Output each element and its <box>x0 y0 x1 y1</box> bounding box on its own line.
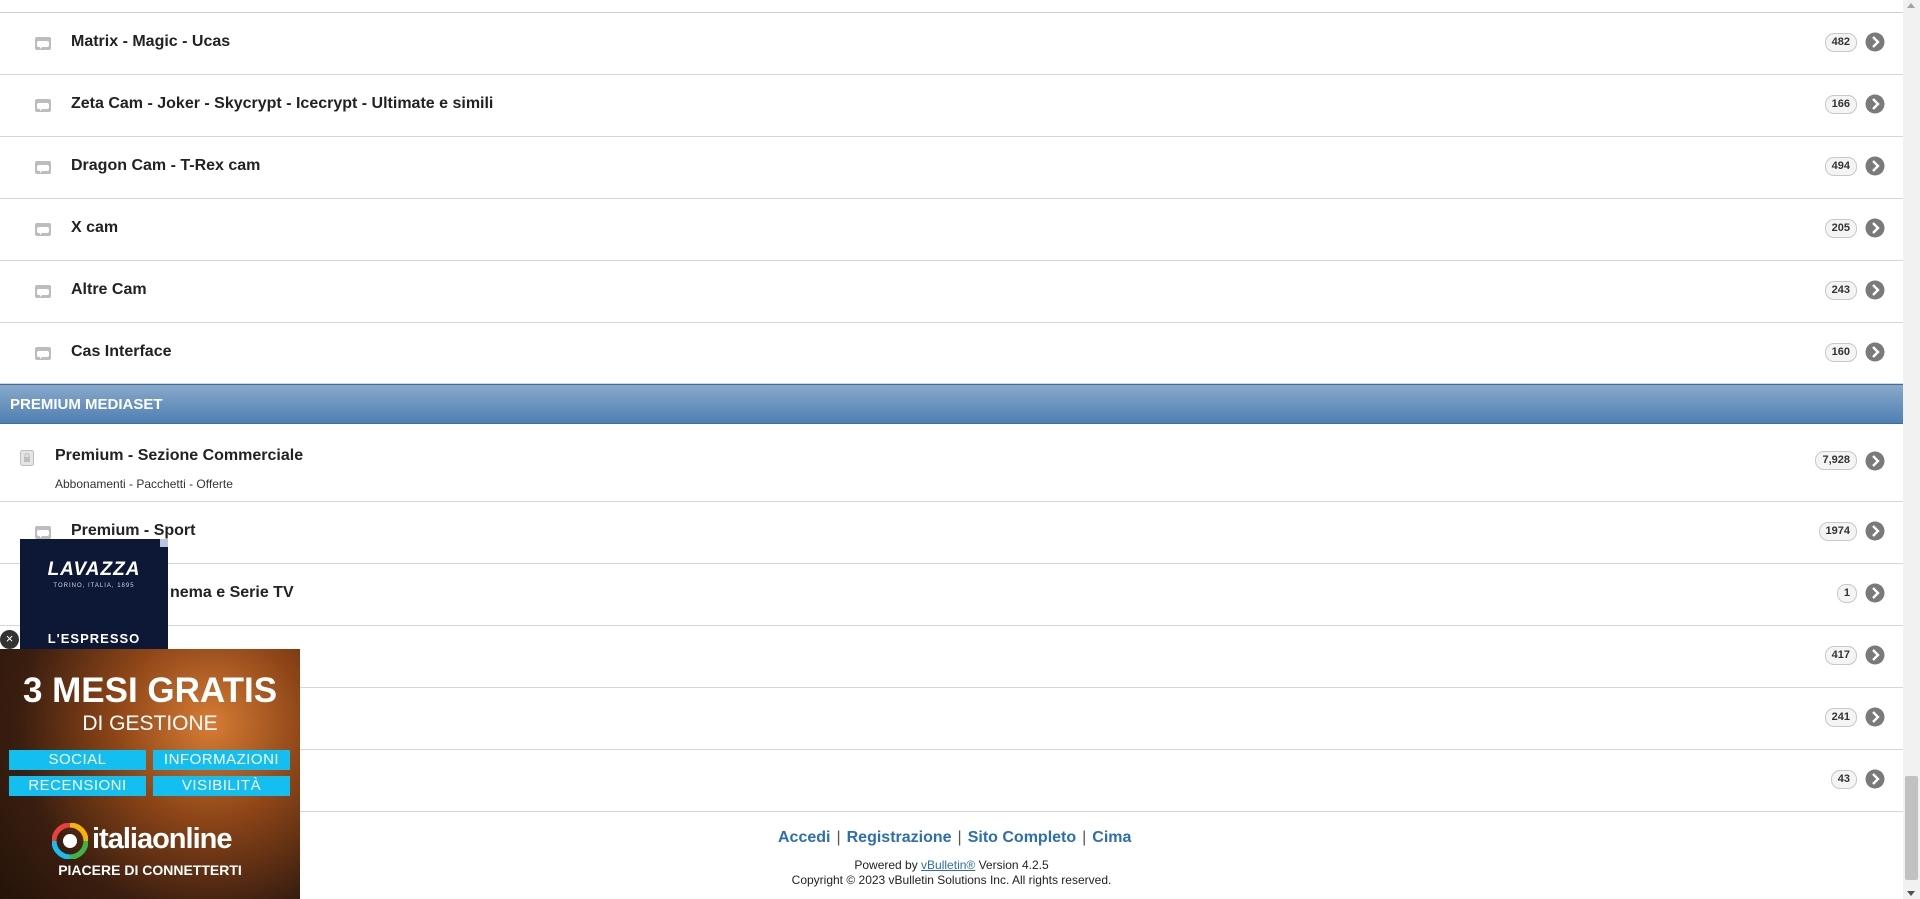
chevron-right-icon[interactable] <box>1865 583 1885 603</box>
forum-title[interactable]: Dragon Cam - T-Rex cam <box>71 157 260 175</box>
forum-title[interactable]: Premium - Sport <box>71 522 195 540</box>
forum-count-badge: 43 <box>1830 770 1857 789</box>
forum-title[interactable]: Cas Interface <box>71 343 172 361</box>
forum-row[interactable]: Premium - Sport 1974 <box>0 502 1903 564</box>
ad-headline: 3 MESI GRATIS <box>22 671 278 710</box>
forum-title[interactable]: Zeta Cam - Joker - Skycrypt - Icecrypt -… <box>71 95 493 113</box>
forum-status-icon <box>35 37 51 50</box>
forum-row[interactable]: X cam 205 <box>0 199 1903 261</box>
chevron-right-icon[interactable] <box>1865 521 1885 541</box>
forum-title[interactable]: Premium - Sezione Commerciale <box>55 447 303 465</box>
lavazza-logo: LAVAZZA <box>47 559 141 580</box>
vertical-scrollbar[interactable] <box>1903 0 1920 899</box>
chevron-right-icon[interactable] <box>1865 32 1885 52</box>
forum-status-icon <box>35 223 51 236</box>
chevron-right-icon[interactable] <box>1865 280 1885 300</box>
powered-prefix: Powered by <box>854 858 922 872</box>
ad-slogan: PIACERE DI CONNETTERTI <box>58 862 242 878</box>
category-title[interactable]: PREMIUM MEDIASET <box>10 396 163 413</box>
forum-title[interactable]: Altre Cam <box>71 281 147 299</box>
close-ad-icon[interactable]: × <box>0 630 19 649</box>
lavazza-ad[interactable]: LAVAZZA TORINO, ITALIA, 1895 L'ESPRESSO <box>20 539 168 649</box>
ad-pill: INFORMAZIONI <box>153 750 290 770</box>
ad-pill: VISIBILITÀ <box>153 776 290 796</box>
chevron-right-icon[interactable] <box>1865 94 1885 114</box>
footer-links: Accedi | Registrazione | Sito Completo | Cima <box>778 829 1131 847</box>
lavazza-tagline: TORINO, ITALIA, 1895 <box>53 583 135 589</box>
scroll-thumb[interactable] <box>1905 776 1918 880</box>
chevron-right-icon[interactable] <box>1865 342 1885 362</box>
chevron-right-icon[interactable] <box>1865 218 1885 238</box>
forum-lock-icon <box>20 450 34 466</box>
forum-row[interactable]: Dragon Cam - T-Rex cam 494 <box>0 137 1903 199</box>
forum-count-badge: 482 <box>1824 33 1857 52</box>
chevron-right-icon[interactable] <box>1865 645 1885 665</box>
forum-row[interactable]: Premium - Sezione Commerciale Abbonament… <box>0 424 1903 502</box>
forum-title[interactable]: nema e Serie TV <box>170 584 294 602</box>
forum-count-badge: 243 <box>1824 281 1857 300</box>
separator: | <box>1082 829 1087 846</box>
powered-suffix: Version 4.2.5 <box>975 858 1049 872</box>
scroll-up-arrow-icon[interactable] <box>1907 3 1915 8</box>
forum-row[interactable]: Zeta Cam - Joker - Skycrypt - Icecrypt -… <box>0 75 1903 137</box>
ad-pill: SOCIAL <box>9 750 146 770</box>
forum-count-badge: 1974 <box>1818 522 1857 541</box>
italiaonline-logo-text: italiaonline <box>92 823 232 855</box>
forum-row[interactable]: Altre Cam 243 <box>0 261 1903 323</box>
forum-count-badge: 1 <box>1836 584 1857 603</box>
separator: | <box>957 829 962 846</box>
forum-count-badge: 417 <box>1824 646 1857 665</box>
category-header[interactable]: PREMIUM MEDIASET <box>0 384 1903 424</box>
vbulletin-link[interactable]: vBulletin® <box>921 858 975 872</box>
forum-row[interactable]: Cas Interface 160 <box>0 323 1903 384</box>
forum-status-icon <box>35 347 51 360</box>
forum-count-badge: 7,928 <box>1815 451 1857 470</box>
forum-row[interactable]: nema e Serie TV 1 <box>0 564 1903 626</box>
register-link[interactable]: Registrazione <box>847 829 952 846</box>
italiaonline-ad[interactable]: 3 MESI GRATIS DI GESTIONE SOCIAL INFORMA… <box>0 649 300 899</box>
forum-count-badge: 166 <box>1824 95 1857 114</box>
forum-status-icon <box>35 161 51 174</box>
ad-choices-icon[interactable] <box>160 539 168 547</box>
forum-count-badge: 494 <box>1824 157 1857 176</box>
forum-title[interactable]: X cam <box>71 219 118 237</box>
chevron-right-icon[interactable] <box>1865 707 1885 727</box>
ad-subheadline: DI GESTIONE <box>82 712 218 735</box>
forum-count-badge: 160 <box>1824 343 1857 362</box>
login-link[interactable]: Accedi <box>778 829 830 846</box>
chevron-right-icon[interactable] <box>1865 769 1885 789</box>
forum-title[interactable]: Matrix - Magic - Ucas <box>71 33 230 51</box>
forum-status-icon <box>35 99 51 112</box>
italiaonline-logo-icon <box>52 823 88 859</box>
chevron-right-icon[interactable] <box>1865 451 1885 471</box>
top-link[interactable]: Cima <box>1092 829 1131 846</box>
forum-count-badge: 205 <box>1824 219 1857 238</box>
chevron-right-icon[interactable] <box>1865 156 1885 176</box>
forum-row[interactable]: Matrix - Magic - Ucas 482 <box>0 13 1903 75</box>
separator: | <box>836 829 841 846</box>
ad-pill: RECENSIONI <box>9 776 146 796</box>
forum-status-icon <box>35 285 51 298</box>
forum-count-badge: 241 <box>1824 708 1857 727</box>
full-site-link[interactable]: Sito Completo <box>968 829 1076 846</box>
forum-description: Abbonamenti - Pacchetti - Offerte <box>55 477 233 491</box>
scroll-down-arrow-icon[interactable] <box>1907 891 1915 896</box>
lavazza-text: L'ESPRESSO <box>47 631 141 646</box>
